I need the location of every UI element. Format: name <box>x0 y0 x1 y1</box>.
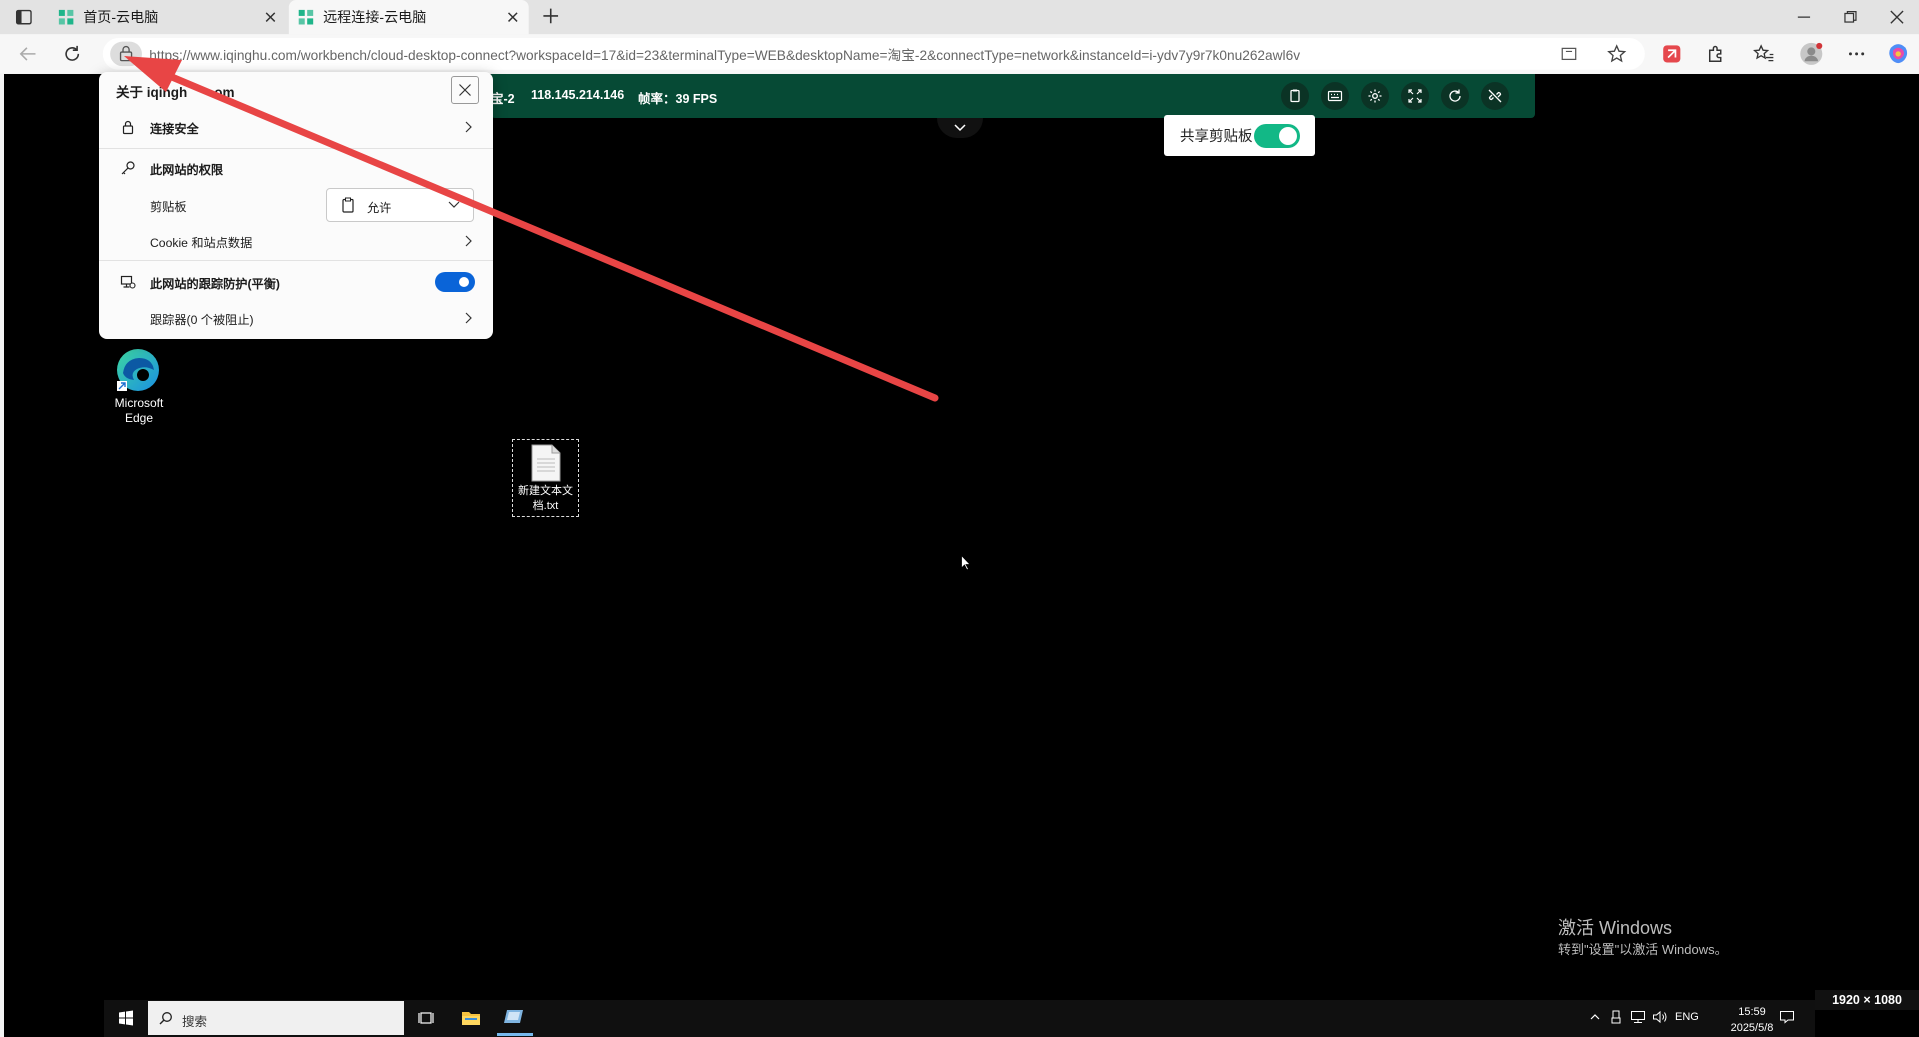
favorites-icon[interactable] <box>1753 43 1775 65</box>
browser-toolbar: https://www.iqinghu.com/workbench/cloud-… <box>0 34 1919 74</box>
fullscreen-icon <box>1408 89 1422 103</box>
gear-icon <box>1368 89 1382 103</box>
tab-actions-icon[interactable] <box>15 9 32 25</box>
reconnect-button[interactable] <box>1441 82 1469 110</box>
taskbar-date: 2025/5/8 <box>1730 1022 1774 1034</box>
tracking-prevention-icon <box>120 274 136 290</box>
task-view-icon[interactable] <box>418 1010 434 1026</box>
connection-security-row[interactable]: 连接安全 <box>99 109 493 145</box>
trackers-row[interactable]: 跟踪器(0 个被阻止) <box>99 300 493 336</box>
file-explorer-icon[interactable] <box>461 1009 481 1027</box>
close-tab-icon[interactable] <box>504 9 521 26</box>
chevron-right-icon <box>463 235 473 247</box>
tab-remote-connect[interactable]: 远程连接-云电脑 <box>288 0 529 35</box>
search-icon <box>159 1011 173 1025</box>
settings-button[interactable] <box>1361 82 1389 110</box>
site-info-lock-icon[interactable] <box>110 41 142 67</box>
favorite-star-icon[interactable] <box>1607 44 1627 64</box>
desktop-ip: 118.145.214.146 <box>531 88 625 102</box>
refresh-icon[interactable] <box>61 43 83 65</box>
site-permissions-heading: 此网站的权限 <box>99 150 493 186</box>
keyboard-button[interactable] <box>1321 82 1349 110</box>
minimize-icon[interactable] <box>1797 10 1812 25</box>
tab-title: 远程连接-云电脑 <box>323 11 427 26</box>
remote-toolbar: 宝-2 118.145.214.146 帧率：39 FPS <box>491 74 1535 118</box>
site-info-popup: 关于 iqinghua.com 连接安全 此网站的权限 剪贴板 允许 Cooki… <box>99 72 493 339</box>
language-indicator[interactable]: ENG <box>1675 1011 1699 1023</box>
activate-windows-title: 激活 Windows <box>1558 918 1673 938</box>
tab-bar: 首页-云电脑 远程连接-云电脑 <box>0 0 1919 35</box>
share-clipboard-toggle[interactable] <box>1254 124 1300 148</box>
back-icon[interactable] <box>17 43 39 65</box>
keyboard-icon <box>1327 90 1343 102</box>
notification-icon[interactable] <box>1779 1010 1795 1024</box>
windows-start-icon[interactable] <box>118 1010 134 1026</box>
edge-icon[interactable] <box>115 347 161 393</box>
taskbar-time: 15:59 <box>1738 1006 1766 1018</box>
extension-red-icon[interactable] <box>1661 43 1683 65</box>
share-clipboard-panel: 共享剪贴板 <box>1164 115 1315 156</box>
cookies-row[interactable]: Cookie 和站点数据 <box>99 223 493 259</box>
close-tab-icon[interactable] <box>262 9 279 26</box>
cloud-desktop-favicon-icon <box>58 9 74 25</box>
share-clipboard-label: 共享剪贴板 <box>1180 129 1253 145</box>
lock-icon <box>120 119 136 135</box>
chevron-right-icon <box>463 121 473 133</box>
chevron-down-icon <box>447 200 461 210</box>
key-icon <box>120 160 136 176</box>
edge-icon-label: Microsoft Edge <box>114 396 164 425</box>
volume-icon[interactable] <box>1652 1010 1668 1024</box>
copilot-icon[interactable] <box>1886 42 1910 66</box>
chevron-right-icon <box>463 312 473 324</box>
usb-icon[interactable] <box>1610 1010 1622 1024</box>
search-placeholder: 搜索 <box>182 1015 208 1029</box>
fps-readout: 帧率：39 FPS <box>638 92 718 106</box>
profile-avatar-icon[interactable] <box>1799 42 1823 66</box>
chevron-down-icon <box>954 124 966 132</box>
url-text: https://www.iqinghu.com/workbench/cloud-… <box>149 48 1301 64</box>
popup-close-button[interactable] <box>451 76 479 104</box>
clipboard-icon <box>341 197 355 213</box>
clipboard-permission-select[interactable]: 允许 <box>326 188 474 222</box>
address-bar[interactable]: https://www.iqinghu.com/workbench/cloud-… <box>102 37 1645 70</box>
disconnect-link-icon <box>1488 89 1502 103</box>
clipboard-icon <box>1290 89 1300 103</box>
cloud-desktop-favicon-icon <box>298 9 314 25</box>
fullscreen-button[interactable] <box>1401 82 1429 110</box>
text-file-desktop-item[interactable]: 新建文本文 档.txt <box>512 439 579 517</box>
activate-windows-subtitle: 转到"设置"以激活 Windows。 <box>1558 942 1728 957</box>
mouse-cursor-icon <box>961 555 971 571</box>
new-tab-icon[interactable] <box>542 7 559 24</box>
network-icon[interactable] <box>1630 1010 1646 1024</box>
active-app-indicator <box>497 1033 533 1036</box>
popup-title: 关于 iqinghua.com <box>116 85 235 100</box>
remote-app-icon[interactable] <box>503 1007 525 1027</box>
clipboard-button[interactable] <box>1281 82 1309 110</box>
taskbar-clock[interactable]: 15:59 2025/5/8 <box>1722 1004 1782 1036</box>
taskbar-search-box[interactable]: 搜索 <box>148 1001 404 1035</box>
tracking-prevention-row: 此网站的跟踪防护(平衡) <box>99 264 493 300</box>
extensions-puzzle-icon[interactable] <box>1705 43 1727 65</box>
app-available-icon[interactable] <box>1560 45 1577 62</box>
refresh-icon <box>1449 89 1461 102</box>
browser-chrome: 首页-云电脑 远程连接-云电脑 https://www.iqinghu.com/… <box>0 0 1919 74</box>
desktop-name: 宝-2 <box>491 92 515 106</box>
restore-icon[interactable] <box>1843 10 1858 25</box>
tab-title: 首页-云电脑 <box>83 11 159 26</box>
disconnect-button[interactable] <box>1481 82 1509 110</box>
close-icon <box>459 84 471 96</box>
resolution-label: 1920 × 1080 <box>1815 990 1919 1010</box>
tracking-prevention-toggle[interactable] <box>435 272 475 292</box>
close-window-icon[interactable] <box>1890 10 1905 25</box>
more-options-icon[interactable] <box>1846 43 1868 65</box>
tray-chevron-up-icon[interactable] <box>1589 1011 1601 1023</box>
tab-home[interactable]: 首页-云电脑 <box>49 0 286 34</box>
text-file-icon <box>530 444 562 482</box>
text-file-label: 新建文本文 档.txt <box>518 485 573 512</box>
